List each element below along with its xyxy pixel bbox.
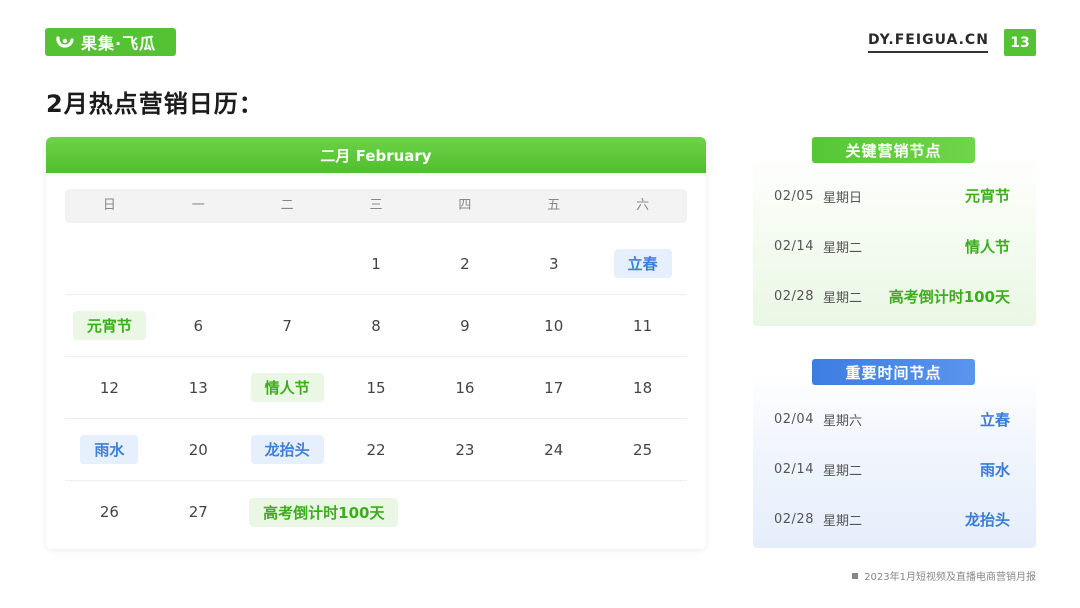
weekday-label: 三 — [369, 198, 383, 213]
event-weekday: 星期日 — [823, 190, 863, 206]
calendar-day: 25 — [633, 440, 653, 459]
calendar-day: 18 — [633, 378, 653, 397]
calendar-day: 高考倒计时100天 — [243, 481, 399, 543]
event-name: 元宵节 — [964, 187, 1010, 205]
event-tag-longtaitou: 龙抬头 — [250, 435, 324, 464]
calendar-week-row: 元宵节 6 7 8 9 10 11 — [65, 295, 687, 357]
calendar-week-row: 12 13 情人节 15 16 17 18 — [65, 357, 687, 419]
brand-logo: 果集·飞瓜 — [45, 28, 176, 56]
time-event-row: 02/04 星期六 立春 — [753, 394, 1036, 444]
key-event-row: 02/28 星期二 高考倒计时100天 — [753, 271, 1036, 321]
event-name: 高考倒计时100天 — [888, 287, 1010, 306]
calendar-day: 7 — [282, 316, 292, 335]
calendar-day: 17 — [544, 378, 564, 397]
logo-text: 果集·飞瓜 — [81, 34, 157, 53]
weekday-label: 日 — [102, 198, 116, 213]
calendar-day: 6 — [193, 316, 204, 335]
calendar-day: 12 — [99, 378, 119, 397]
event-tag-lichun: 立春 — [613, 249, 672, 278]
event-name: 雨水 — [979, 460, 1010, 479]
event-tag-valentines: 情人节 — [250, 373, 324, 402]
time-event-row: 02/28 星期二 龙抬头 — [753, 494, 1036, 544]
calendar-day: 15 — [366, 378, 386, 397]
calendar-day: 8 — [371, 316, 381, 335]
calendar-week-row: 26 27 高考倒计时100天 — [65, 481, 687, 543]
calendar-day — [420, 481, 509, 543]
event-weekday: 星期二 — [823, 463, 863, 479]
event-date: 02/14 — [774, 238, 814, 254]
weekday-header: 日 一 二 三 四 五 六 — [65, 189, 687, 223]
weekday-label: 四 — [458, 198, 472, 213]
calendar-day: 3 — [548, 254, 559, 273]
calendar-day: 16 — [455, 378, 475, 397]
page-number: 13 — [1004, 29, 1036, 56]
weekday-label: 一 — [191, 198, 205, 213]
calendar-month-title: 二月 February — [46, 137, 706, 173]
calendar-day — [154, 233, 243, 294]
event-name: 情人节 — [964, 237, 1010, 256]
weekday-label: 二 — [280, 198, 294, 213]
event-date: 02/05 — [774, 188, 814, 204]
calendar-day: 11 — [633, 316, 653, 335]
calendar-day — [598, 481, 687, 543]
calendar-day — [509, 481, 598, 543]
key-event-row: 02/05 星期日 元宵节 — [753, 171, 1036, 221]
calendar-day: 27 — [188, 503, 208, 521]
weekday-label: 五 — [547, 198, 561, 213]
feigua-logo-icon — [56, 36, 74, 48]
important-time-badge: 重要时间节点 — [812, 359, 975, 385]
event-date: 02/28 — [774, 288, 814, 304]
event-weekday: 星期六 — [823, 413, 863, 429]
event-weekday: 星期二 — [823, 513, 863, 529]
site-url[interactable]: DY.FEIGUA.CN — [868, 32, 988, 53]
key-marketing-badge: 关键营销节点 — [812, 137, 975, 163]
calendar-week-row: 1 2 3 立春 — [65, 233, 687, 295]
square-bullet-icon — [852, 572, 859, 579]
event-date: 02/28 — [774, 511, 814, 527]
calendar-day: 23 — [455, 440, 475, 459]
calendar-day — [332, 481, 421, 543]
footer-text: 2023年1月短视频及直播电商营销月报 — [864, 572, 1036, 583]
calendar-day — [65, 233, 154, 294]
calendar-week-row: 雨水 20 龙抬头 22 23 24 25 — [65, 419, 687, 481]
event-tag-yuanxiao: 元宵节 — [72, 311, 146, 340]
event-date: 02/14 — [774, 461, 814, 477]
time-event-row: 02/14 星期二 雨水 — [753, 444, 1036, 494]
calendar-day: 24 — [544, 440, 564, 459]
calendar-day: 26 — [99, 503, 119, 521]
calendar-day: 9 — [460, 316, 470, 335]
weekday-label: 六 — [636, 198, 650, 213]
event-date: 02/04 — [774, 411, 814, 427]
event-weekday: 星期二 — [823, 240, 863, 256]
calendar-day: 2 — [460, 254, 470, 273]
key-event-row: 02/14 星期二 情人节 — [753, 221, 1036, 271]
calendar-day — [243, 233, 332, 294]
calendar-day: 龙抬头 — [243, 419, 332, 480]
calendar-day: 22 — [366, 440, 386, 459]
event-name: 立春 — [979, 410, 1010, 429]
calendar-day: 1 — [371, 254, 381, 273]
event-name: 龙抬头 — [964, 510, 1010, 529]
calendar-day: 元宵节 — [65, 295, 154, 356]
february-calendar: 二月 February 日 一 二 三 四 五 六 1 2 3 立春 元宵节 6… — [46, 137, 706, 549]
calendar-day: 20 — [188, 440, 208, 459]
event-weekday: 星期二 — [823, 290, 863, 306]
report-footer: 2023年1月短视频及直播电商营销月报 — [852, 568, 1036, 583]
calendar-day: 雨水 — [65, 419, 154, 480]
page-title: 2月热点营销日历： — [46, 90, 264, 118]
event-tag-yushui: 雨水 — [80, 435, 139, 464]
calendar-day: 13 — [188, 378, 208, 397]
calendar-day: 10 — [544, 316, 564, 335]
calendar-day: 立春 — [598, 233, 687, 294]
calendar-day: 情人节 — [243, 357, 332, 418]
